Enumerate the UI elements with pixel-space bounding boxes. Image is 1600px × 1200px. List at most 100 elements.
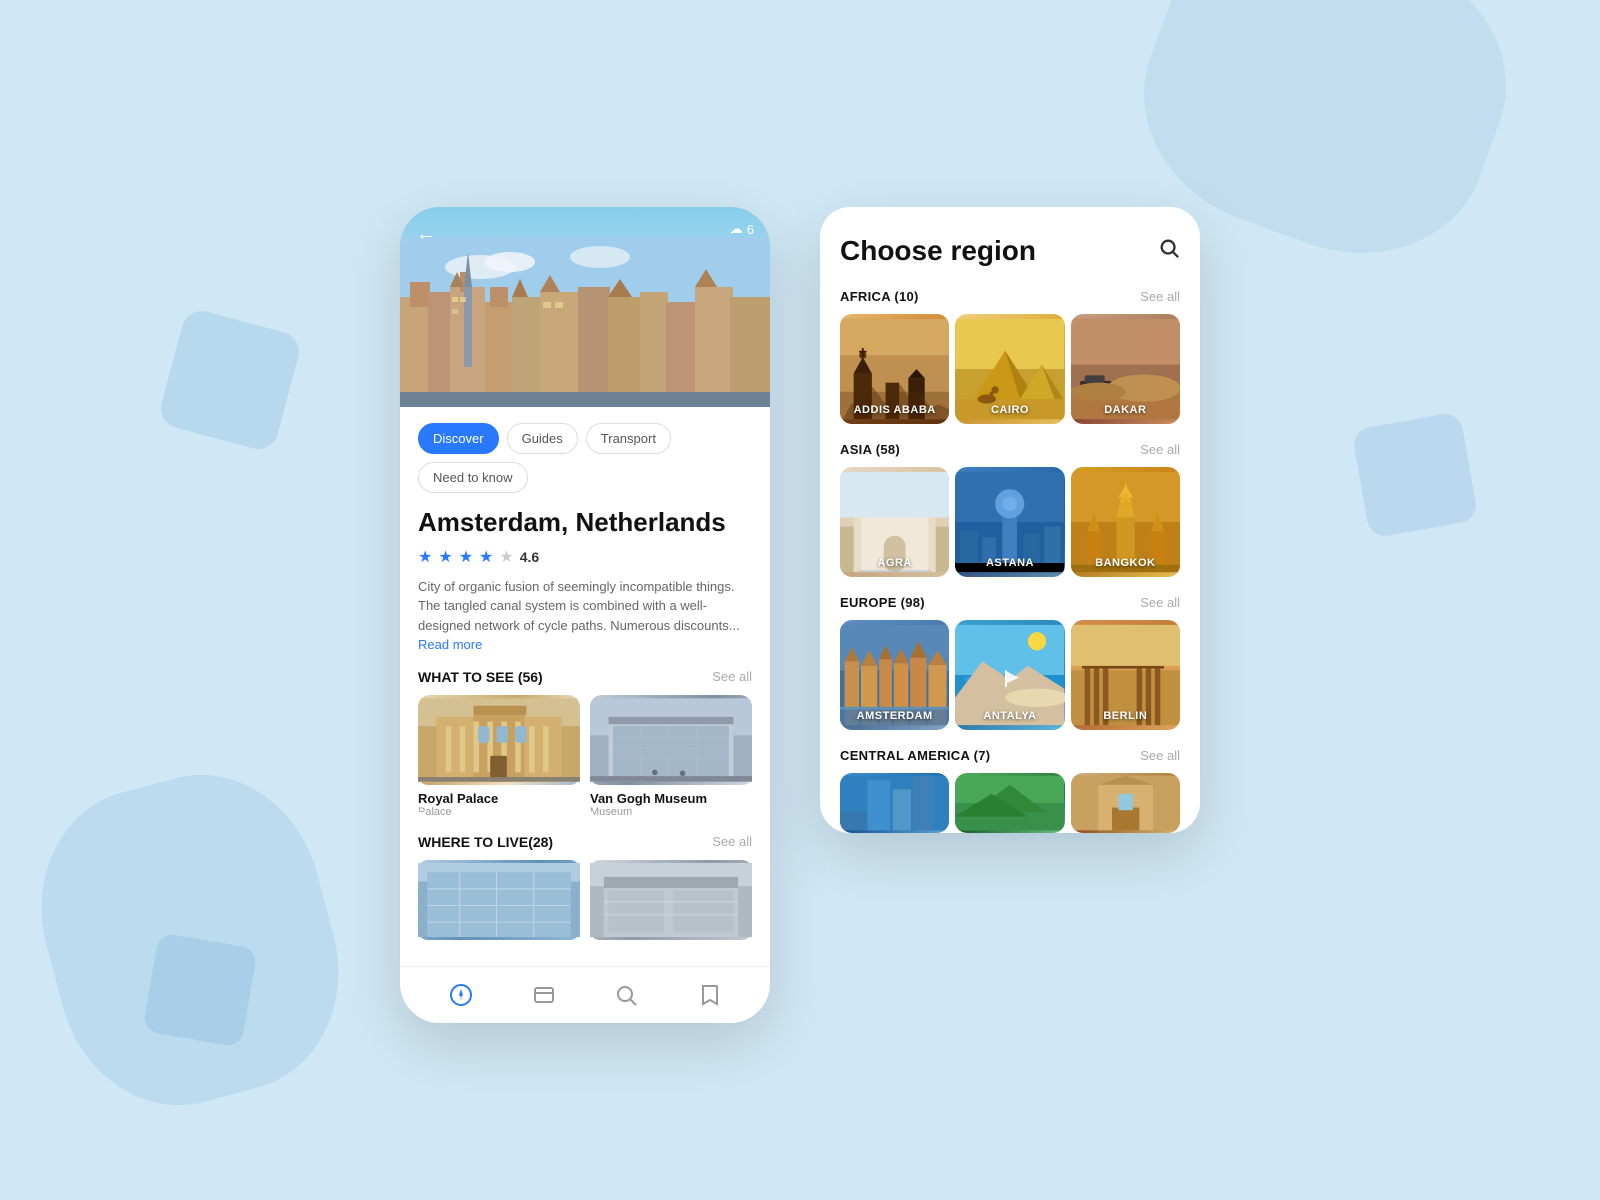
card-astana[interactable]: ASTANA	[955, 467, 1064, 577]
star-3: ★	[459, 547, 473, 567]
asia-see-all[interactable]: See all	[1140, 442, 1180, 457]
berlin-label: BERLIN	[1071, 710, 1180, 722]
card-central-1[interactable]	[840, 773, 949, 833]
card-cairo[interactable]: CAIRO	[955, 314, 1064, 424]
vangogh-name: Van Gogh Museum	[590, 791, 752, 806]
central-america-cards	[840, 773, 1180, 833]
star-1: ★	[418, 547, 432, 567]
rating-value: 4.6	[520, 549, 539, 565]
bg-blob-5	[1351, 411, 1478, 538]
central1-img	[840, 773, 949, 833]
palace-image	[418, 695, 580, 785]
nav-cards[interactable]	[530, 981, 558, 1009]
central3-svg	[1071, 773, 1180, 833]
places-grid: Royal Palace Palace	[418, 695, 752, 818]
bg-blob-3	[157, 307, 304, 454]
africa-header: AFRICA (10) See all	[840, 289, 1180, 304]
europe-see-all[interactable]: See all	[1140, 595, 1180, 610]
central-america-title: CENTRAL AMERICA (7)	[840, 748, 990, 763]
nav-bookmark[interactable]	[695, 981, 723, 1009]
central2-img	[955, 773, 1064, 833]
city-description: City of organic fusion of seemingly inco…	[418, 577, 752, 655]
cairo-label: CAIRO	[955, 404, 1064, 416]
central-america-see-all[interactable]: See all	[1140, 748, 1180, 763]
africa-see-all[interactable]: See all	[1140, 289, 1180, 304]
card-bangkok[interactable]: BANGKOK	[1071, 467, 1180, 577]
central3-img	[1071, 773, 1180, 833]
where-to-live-see-all[interactable]: See all	[712, 834, 752, 849]
region-title: Choose region	[840, 235, 1036, 267]
amsterdam-region-label: AMSTERDAM	[840, 710, 949, 722]
back-button[interactable]: ←	[416, 223, 436, 246]
star-4: ★	[479, 547, 493, 567]
africa-cards: ADDIS ABABA	[840, 314, 1180, 424]
nav-search[interactable]	[612, 981, 640, 1009]
place-royal-palace[interactable]: Royal Palace Palace	[418, 695, 580, 818]
live-1-svg	[418, 860, 580, 940]
asia-title: ASIA (58)	[840, 442, 900, 457]
bottom-nav	[400, 966, 770, 1023]
where-to-live-header: WHERE TO LIVE(28) See all	[418, 834, 752, 850]
hero-image: ← ☁ 6	[400, 207, 770, 407]
region-central-america: CENTRAL AMERICA (7) See all	[840, 748, 1180, 833]
card-agra[interactable]: AGRA	[840, 467, 949, 577]
palace-name: Royal Palace	[418, 791, 580, 806]
live-2-svg	[590, 860, 752, 940]
city-title: Amsterdam, Netherlands	[418, 507, 752, 538]
bg-blob-4	[142, 932, 258, 1048]
tab-guides[interactable]: Guides	[507, 423, 578, 454]
europe-cards: AMSTERDAM	[840, 620, 1180, 730]
card-central-3[interactable]	[1071, 773, 1180, 833]
region-africa: AFRICA (10) See all	[840, 289, 1180, 424]
rating-row: ★ ★ ★ ★ ★ 4.6	[418, 547, 752, 567]
bangkok-label: BANGKOK	[1071, 557, 1180, 569]
where-to-live-title: WHERE TO LIVE(28)	[418, 834, 553, 850]
tab-need-to-know[interactable]: Need to know	[418, 462, 528, 493]
what-to-see-header: WHAT TO SEE (56) See all	[418, 669, 752, 685]
card-berlin[interactable]: BERLIN	[1071, 620, 1180, 730]
place-vangogh[interactable]: Van Gogh Museum Museum	[590, 695, 752, 818]
region-header: Choose region	[840, 235, 1180, 267]
europe-title: EUROPE (98)	[840, 595, 925, 610]
astana-label: ASTANA	[955, 557, 1064, 569]
palace-svg	[418, 695, 580, 785]
vangogh-type: Museum	[590, 806, 752, 818]
central-america-header: CENTRAL AMERICA (7) See all	[840, 748, 1180, 763]
tab-discover[interactable]: Discover	[418, 423, 499, 454]
central2-svg	[955, 773, 1064, 833]
central1-svg	[840, 773, 949, 833]
nav-compass[interactable]	[447, 981, 475, 1009]
card-antalya[interactable]: ANTALYA	[955, 620, 1064, 730]
star-2: ★	[438, 547, 452, 567]
addis-label: ADDIS ABABA	[840, 404, 949, 416]
amsterdam-screen: ← ☁ 6 Discover Guides Transport Need to …	[400, 207, 770, 1022]
what-to-see-see-all[interactable]: See all	[712, 669, 752, 684]
card-amsterdam[interactable]: AMSTERDAM	[840, 620, 949, 730]
agra-label: AGRA	[840, 557, 949, 569]
asia-cards: AGRA	[840, 467, 1180, 577]
card-dakar[interactable]: DAKAR	[1071, 314, 1180, 424]
dakar-label: DAKAR	[1071, 404, 1180, 416]
vangogh-svg	[590, 695, 752, 785]
live-img-1	[418, 860, 580, 940]
live-grid	[418, 860, 752, 940]
vangogh-image	[590, 695, 752, 785]
screens-container: ← ☁ 6 Discover Guides Transport Need to …	[400, 207, 1200, 1022]
weather-badge: ☁ 6	[730, 221, 754, 237]
tab-transport[interactable]: Transport	[586, 423, 671, 454]
region-europe: EUROPE (98) See all	[840, 595, 1180, 730]
read-more-link[interactable]: Read more	[418, 637, 482, 652]
card-central-2[interactable]	[955, 773, 1064, 833]
live-img-2	[590, 860, 752, 940]
region-asia: ASIA (58) See all	[840, 442, 1180, 577]
weather-temp: 6	[747, 222, 754, 237]
card-addis[interactable]: ADDIS ABABA	[840, 314, 949, 424]
city-skyline-svg	[400, 237, 770, 407]
palace-type: Palace	[418, 806, 580, 818]
asia-header: ASIA (58) See all	[840, 442, 1180, 457]
amsterdam-content: Discover Guides Transport Need to know A…	[400, 407, 770, 965]
tabs-row: Discover Guides Transport Need to know	[418, 423, 752, 493]
region-search-icon[interactable]	[1158, 237, 1180, 265]
africa-title: AFRICA (10)	[840, 289, 919, 304]
region-screen: Choose region AFRICA (10) See all	[820, 207, 1200, 833]
